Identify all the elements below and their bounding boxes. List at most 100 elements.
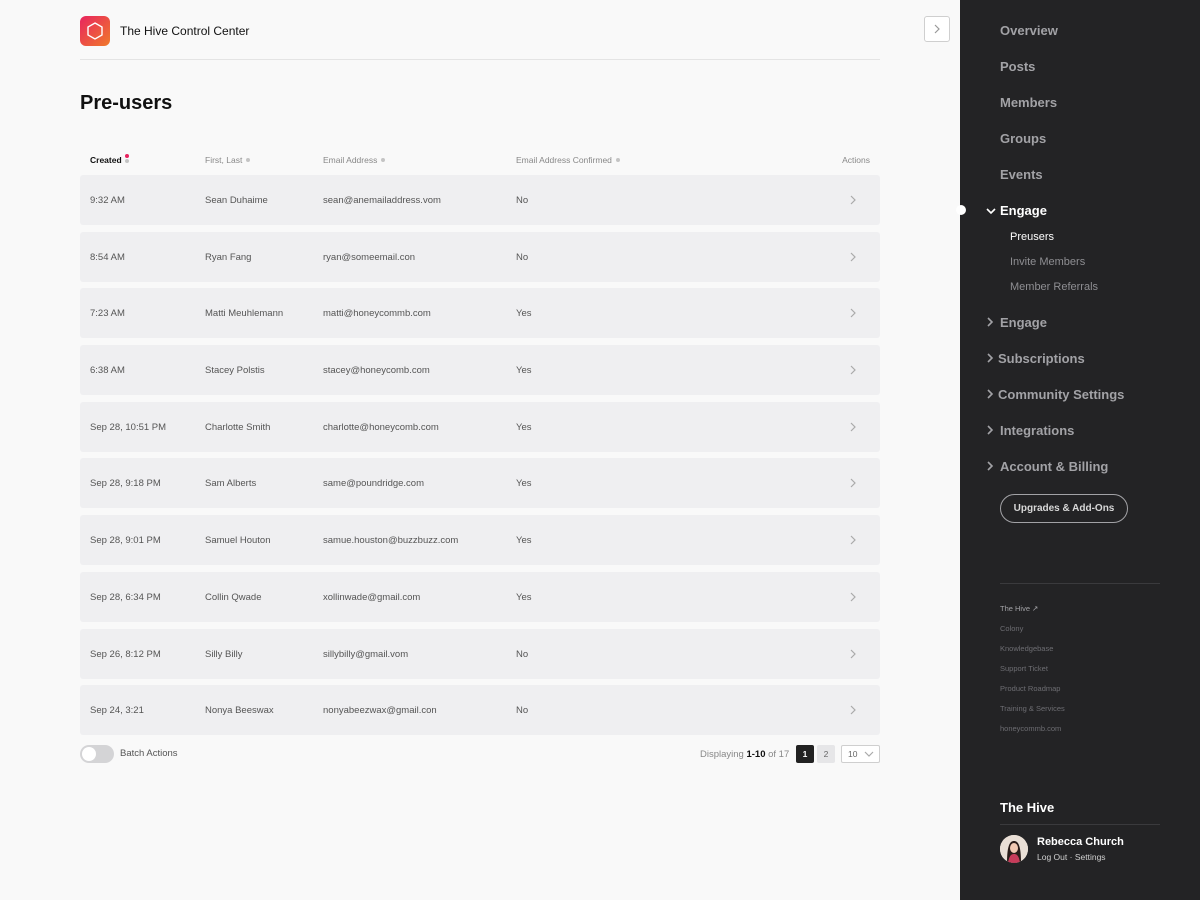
link-the-hive[interactable]: The Hive ↗ [1000,604,1038,613]
per-page-select[interactable]: 10 [841,745,880,763]
table-body: 9:32 AM Sean Duhaime sean@anemailaddress… [80,175,880,742]
cell-confirmed: Yes [516,478,532,490]
cell-created: Sep 28, 9:18 PM [90,478,161,490]
link-product-roadmap[interactable]: Product Roadmap [1000,684,1060,693]
page-button-2[interactable]: 2 [817,745,835,763]
app-title: The Hive Control Center [120,24,250,38]
chevron-right-icon [934,24,940,34]
nav-sub-member-referrals[interactable]: Member Referrals [1010,281,1098,293]
nav-overview[interactable]: Overview [1000,23,1058,38]
sort-dot-icon [381,157,386,162]
table-row[interactable]: 8:54 AM Ryan Fang ryan@someemail.con No [80,231,880,282]
nav-posts[interactable]: Posts [1000,59,1035,74]
table-row[interactable]: Sep 28, 9:01 PM Samuel Houton samue.hous… [80,515,880,566]
link-honeycommb[interactable]: honeycommb.com [1000,724,1061,733]
cell-email: sean@anemailaddress.vom [323,195,441,206]
cell-created: Sep 24, 3:21 [90,705,144,717]
cell-name: Samuel Houton [205,535,271,547]
column-header-name[interactable]: First, Last [205,155,251,165]
upgrades-addons-button[interactable]: Upgrades & Add-Ons [1000,494,1128,523]
table-row[interactable]: 6:38 AM Stacey Polstis stacey@honeycomb.… [80,345,880,396]
sort-indicator-icon [124,153,129,163]
cell-name: Silly Billy [205,648,243,660]
avatar[interactable] [1000,835,1028,863]
nav-engage[interactable]: Engage [1000,315,1047,330]
nav-engage-open[interactable]: Engage [1000,203,1047,218]
table-row[interactable]: Sep 28, 9:18 PM Sam Alberts same@poundri… [80,458,880,509]
table-row[interactable]: Sep 28, 6:34 PM Collin Qwade xollinwade@… [80,571,880,622]
page-button-1[interactable]: 1 [796,745,814,763]
user-links-separator: · [1069,852,1073,862]
main-content: The Hive Control Center Pre-users Create… [0,0,960,900]
nav-members[interactable]: Members [1000,95,1057,110]
chevron-right-icon [987,317,994,327]
hive-logo-icon [87,22,103,40]
displaying-count: Displaying 1-10 of 17 [700,749,790,760]
app-logo[interactable] [80,16,110,46]
active-section-indicator [956,205,966,215]
chevron-right-icon[interactable] [848,308,858,318]
chevron-right-icon[interactable] [848,422,858,432]
logout-link[interactable]: Log Out [1037,852,1067,862]
chevron-right-icon[interactable] [848,365,858,375]
column-header-email[interactable]: Email Address [323,155,386,165]
nav-community-settings[interactable]: Community Settings [998,387,1124,402]
chevron-right-icon [987,389,994,399]
table-row[interactable]: Sep 28, 10:51 PM Charlotte Smith charlot… [80,401,880,452]
cell-confirmed: Yes [516,308,532,320]
chevron-right-icon[interactable] [848,252,858,262]
cell-created: Sep 28, 9:01 PM [90,535,161,547]
nav-sub-preusers[interactable]: Preusers [1010,231,1054,243]
column-header-confirmed[interactable]: Email Address Confirmed [516,155,620,165]
chevron-right-icon[interactable] [848,705,858,715]
cell-email: sillybilly@gmail.vom [323,648,409,660]
cell-name: Collin Qwade [205,591,262,603]
cell-confirmed: No [516,705,529,717]
table-row[interactable]: Sep 26, 8:12 PM Silly Billy sillybilly@g… [80,628,880,679]
settings-link[interactable]: Settings [1075,852,1106,862]
link-knowledgebase[interactable]: Knowledgebase [1000,644,1053,653]
chevron-down-icon [986,208,996,215]
chevron-right-icon[interactable] [848,535,858,545]
table-row[interactable]: 9:32 AM Sean Duhaime sean@anemailaddress… [80,175,880,225]
nav-groups[interactable]: Groups [1000,131,1046,146]
chevron-right-icon[interactable] [848,649,858,659]
chevron-right-icon[interactable] [848,195,858,205]
cell-name: Nonya Beeswax [205,705,274,717]
cell-confirmed: No [516,195,529,206]
chevron-right-icon[interactable] [848,592,858,602]
cell-email: xollinwade@gmail.com [323,591,421,603]
nav-subscriptions[interactable]: Subscriptions [998,351,1085,366]
table-header: Created First, Last Email Address Email … [80,153,880,168]
app-root: The Hive Control Center Pre-users Create… [0,0,1200,900]
table-row[interactable]: 7:23 AM Matti Meuhlemann matti@honeycomm… [80,288,880,339]
table-row[interactable]: Sep 24, 3:21 Nonya Beeswax nonyabeezwax@… [80,685,880,736]
batch-actions-toggle[interactable] [80,745,114,763]
cell-name: Stacey Polstis [205,365,265,377]
chevron-down-icon [864,751,874,757]
cell-email: stacey@honeycomb.com [323,365,430,377]
link-support-ticket[interactable]: Support Ticket [1000,664,1048,673]
link-training-services[interactable]: Training & Services [1000,704,1065,713]
pagination: Displaying 1-10 of 17 1 2 10 [700,745,880,763]
collapse-sidebar-button[interactable] [924,16,950,42]
top-bar: The Hive Control Center [80,14,880,60]
cell-created: Sep 28, 6:34 PM [90,591,161,603]
nav-integrations[interactable]: Integrations [1000,423,1074,438]
cell-confirmed: No [516,648,529,660]
cell-confirmed: Yes [516,535,532,547]
column-header-created[interactable]: Created [90,153,129,165]
sidebar-divider [1000,824,1160,825]
page-title: Pre-users [80,92,173,114]
cell-email: same@poundridge.com [323,478,425,490]
link-colony[interactable]: Colony [1000,624,1023,633]
sort-dot-icon [246,157,251,162]
cell-created: 8:54 AM [90,251,125,263]
nav-sub-invite-members[interactable]: Invite Members [1010,256,1085,268]
chevron-right-icon[interactable] [848,478,858,488]
nav-events[interactable]: Events [1000,167,1043,182]
cell-confirmed: Yes [516,421,532,433]
cell-email: charlotte@honeycomb.com [323,421,439,433]
cell-name: Charlotte Smith [205,421,271,433]
nav-account-billing[interactable]: Account & Billing [1000,459,1108,474]
